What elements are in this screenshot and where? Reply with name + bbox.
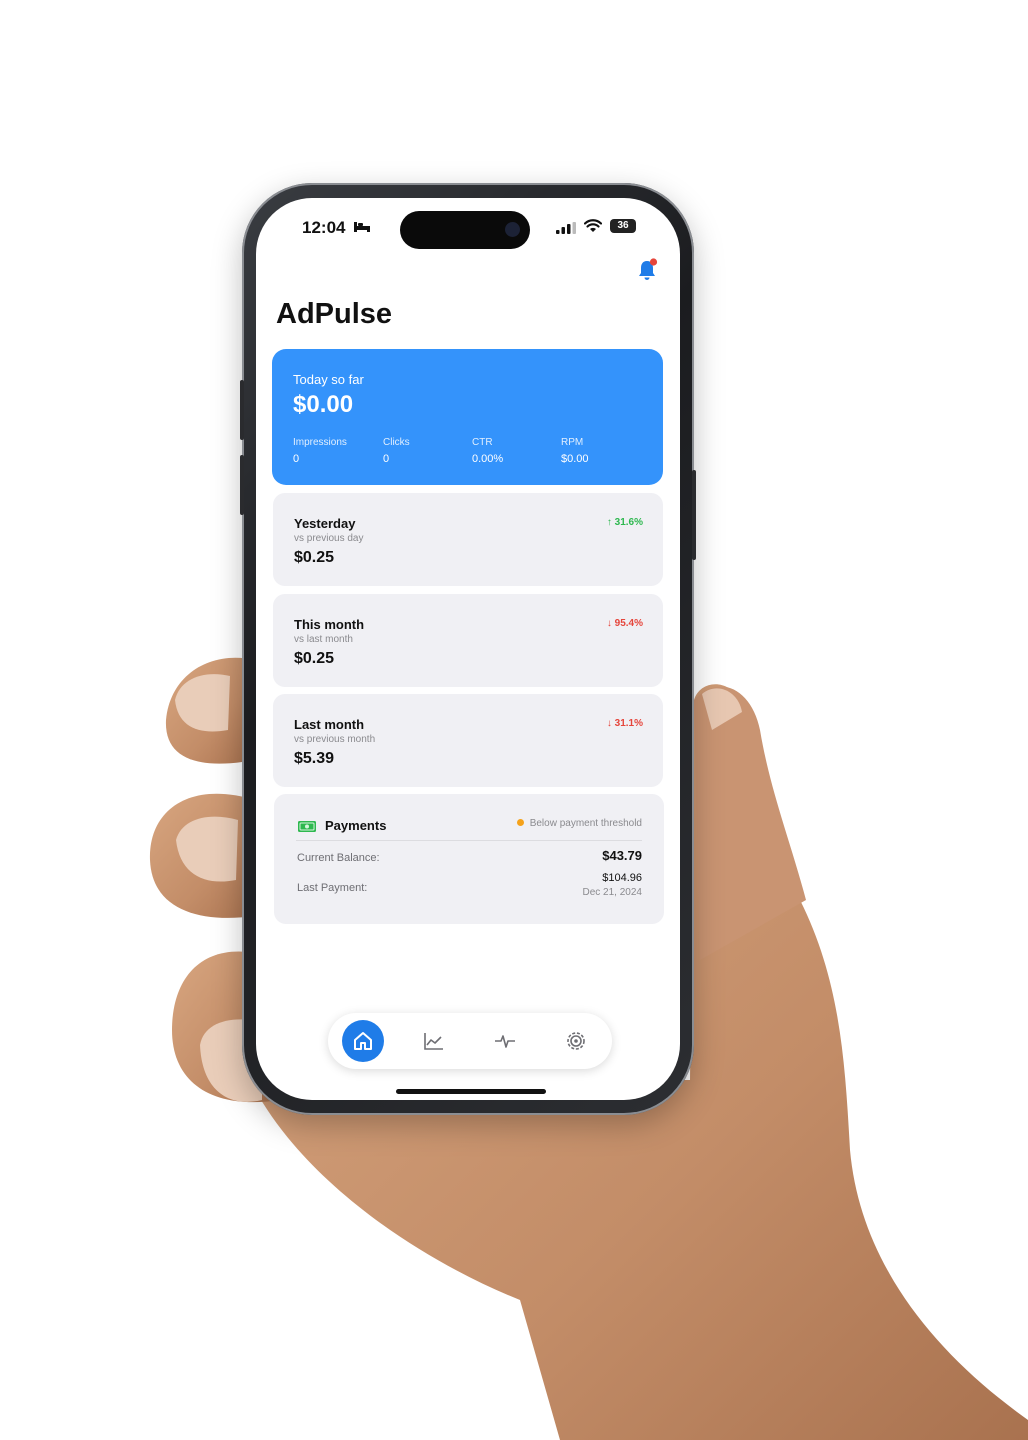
- metric-clicks: Clicks 0: [383, 437, 463, 465]
- stat-title: This month: [294, 617, 365, 632]
- chart-icon: [424, 1033, 443, 1050]
- current-balance-value: $43.79: [602, 848, 642, 863]
- tab-bar: [328, 1013, 612, 1069]
- today-label: Today so far: [293, 372, 364, 387]
- last-payment-amount: $104.96: [602, 872, 642, 884]
- stat-subtitle: vs previous month: [294, 734, 376, 745]
- metric-value: $0.00: [561, 453, 589, 465]
- metric-label: CTR: [472, 437, 493, 448]
- payment-status: Below payment threshold: [516, 818, 642, 829]
- wifi-icon: [584, 219, 602, 232]
- metric-value: 0: [293, 453, 300, 465]
- stat-value: $0.25: [294, 549, 335, 566]
- sleep-focus-icon: [354, 222, 370, 232]
- dynamic-island: [400, 211, 530, 249]
- stat-value: $5.39: [294, 750, 335, 767]
- payments-title: Payments: [325, 818, 387, 833]
- power-button: [692, 470, 696, 560]
- today-amount: $0.00: [293, 391, 354, 418]
- divider: [296, 840, 642, 841]
- stat-subtitle: vs last month: [294, 634, 353, 645]
- metric-value: 0: [383, 453, 390, 465]
- stat-card-last-month[interactable]: Last month vs previous month $5.39 ↓ 31.…: [273, 694, 663, 787]
- status-time: 12:04: [302, 218, 346, 237]
- cellular-signal-icon: [556, 222, 576, 234]
- home-icon: [354, 1032, 372, 1050]
- front-camera: [505, 222, 520, 237]
- status-dot: [516, 818, 524, 826]
- money-icon: [298, 821, 316, 832]
- metric-label: RPM: [561, 437, 584, 448]
- pulse-icon: [495, 1035, 515, 1048]
- tab-home[interactable]: [342, 1020, 384, 1062]
- volume-button: [240, 380, 244, 440]
- stat-subtitle: vs previous day: [294, 533, 364, 544]
- stat-card-this-month[interactable]: This month vs last month $0.25 ↓ 95.4%: [273, 594, 663, 687]
- metric-label: Impressions: [293, 437, 347, 448]
- stat-card-yesterday[interactable]: Yesterday vs previous day $0.25 ↑ 31.6%: [273, 493, 663, 586]
- payments-card[interactable]: Payments Below payment threshold Current…: [274, 794, 664, 924]
- last-payment-date: Dec 21, 2024: [582, 887, 643, 898]
- metric-value: 0.00%: [472, 453, 504, 465]
- home-indicator[interactable]: [396, 1089, 546, 1094]
- metric-ctr: CTR 0.00%: [472, 437, 552, 465]
- tab-settings[interactable]: [555, 1020, 597, 1062]
- stat-title: Yesterday: [294, 516, 356, 531]
- battery-indicator: 36: [610, 219, 636, 233]
- volume-button: [240, 455, 244, 515]
- tab-activity[interactable]: [484, 1020, 526, 1062]
- payment-status-text: Below payment threshold: [529, 818, 642, 829]
- stat-title: Last month: [294, 717, 365, 732]
- stat-change: ↓ 95.4%: [606, 618, 643, 629]
- last-payment-label: Last Payment:: [297, 882, 368, 894]
- stat-change: ↑ 31.6%: [606, 517, 643, 528]
- metric-label: Clicks: [383, 437, 410, 448]
- stat-change: ↓ 31.1%: [606, 718, 643, 729]
- stat-value: $0.25: [294, 650, 335, 667]
- metric-rpm: RPM $0.00: [561, 437, 641, 465]
- metric-impressions: Impressions 0: [293, 437, 373, 465]
- tab-analytics[interactable]: [413, 1020, 455, 1062]
- bell-icon[interactable]: [636, 258, 658, 282]
- today-summary-card[interactable]: Today so far $0.00 Impressions 0 Clicks …: [272, 349, 663, 485]
- app-title: AdPulse: [276, 298, 393, 330]
- current-balance-label: Current Balance:: [297, 852, 380, 864]
- settings-icon: [567, 1032, 585, 1050]
- phone-screen: 12:04 36 AdPulse Today so far $0.00 Impr…: [256, 198, 680, 1100]
